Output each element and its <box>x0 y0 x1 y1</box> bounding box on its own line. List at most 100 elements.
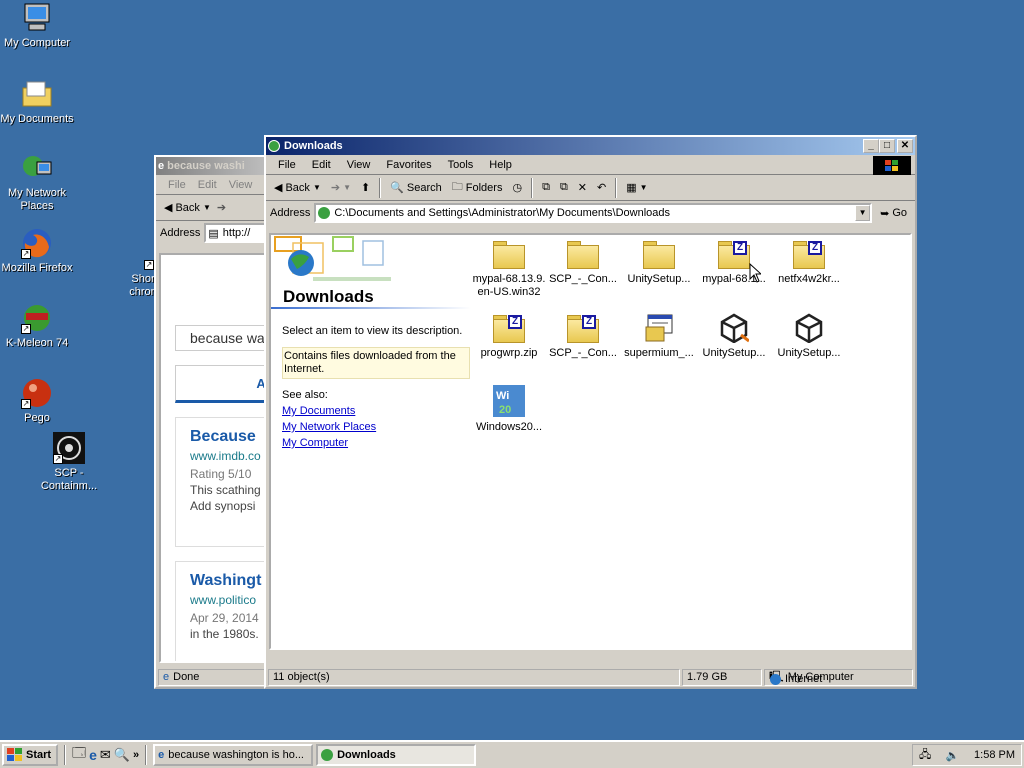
undo-button[interactable]: ↶ <box>593 177 610 199</box>
outlook-quicklaunch-icon[interactable]: ✉ <box>100 747 111 763</box>
file-item[interactable]: Wi 20 Windows20... <box>471 385 547 434</box>
result-snippet: Add synopsi <box>190 499 256 513</box>
menu-view[interactable]: View <box>223 179 259 191</box>
file-item[interactable]: UnitySetup... <box>771 311 847 360</box>
result-title[interactable]: Because <box>190 428 269 446</box>
views-button[interactable]: ▦ ▼ <box>622 177 651 199</box>
file-name: SCP_-_Con... <box>549 347 617 359</box>
start-button[interactable]: Start <box>2 744 58 766</box>
menu-file[interactable]: File <box>160 179 192 191</box>
close-button[interactable]: ✕ <box>897 139 913 153</box>
result-url: www.politico <box>190 593 257 607</box>
folder-globe-icon <box>318 207 331 219</box>
taskbar-item-downloads[interactable]: Downloads <box>316 744 477 766</box>
downloads-titlebar[interactable]: Downloads _ □ ✕ <box>266 137 915 155</box>
shortcut-arrow-icon: ↗ <box>53 454 63 464</box>
desktop-icon-my-documents[interactable]: My Documents <box>0 78 74 126</box>
file-item[interactable]: UnitySetup... <box>621 237 697 286</box>
desktop-icon-network-places[interactable]: My Network Places <box>0 152 74 213</box>
menu-favorites[interactable]: Favorites <box>378 159 439 171</box>
firefox-icon: ↗ <box>21 227 53 259</box>
go-button[interactable]: ➥ Go <box>876 202 911 224</box>
forward-arrow-icon[interactable]: ➔ <box>217 201 226 214</box>
documents-folder-icon <box>21 78 53 110</box>
desktop-icon-k-meleon[interactable]: ↗ K-Meleon 74 <box>0 302 74 350</box>
browser-titlebar[interactable]: e because washi <box>156 157 270 175</box>
show-desktop-icon[interactable]: 🗔 <box>72 744 86 766</box>
desktop-icon-label: My Computer <box>3 37 71 49</box>
back-button[interactable]: ◀ Back ▼ <box>160 197 215 219</box>
desktop-icon-my-computer[interactable]: My Computer <box>0 2 74 50</box>
search-result[interactable]: Washingt www.politico Apr 29, 2014 in th… <box>175 561 269 661</box>
browser-zone-panel: Internet <box>766 671 916 687</box>
desktop-icon-scp[interactable]: ↗ SCP - Containm... <box>32 432 106 493</box>
file-name: progwrp.zip <box>480 347 538 359</box>
address-dropdown-button[interactable]: ▼ <box>855 205 871 221</box>
search-result[interactable]: Because www.imdb.co Rating 5/10 This sca… <box>175 417 269 547</box>
zip-folder-icon: Z <box>718 241 750 269</box>
browser-status: e Done <box>158 668 268 686</box>
file-item[interactable]: SCP_-_Con... <box>545 237 621 286</box>
browser-toolbar: ◀ Back ▼ ➔ <box>156 195 270 221</box>
ie-icon: e <box>158 749 165 761</box>
window-title: Downloads <box>284 140 343 152</box>
pane-hint: Select an item to view its description. <box>282 325 463 337</box>
menu-tools[interactable]: Tools <box>440 159 482 171</box>
media-quicklaunch-icon[interactable]: 🔍 <box>114 747 130 763</box>
file-item[interactable]: supermium_... <box>621 311 697 360</box>
search-button[interactable]: 🔍 Search <box>386 177 446 199</box>
ie-icon: e <box>158 160 165 172</box>
desktop-icon-label: SCP - Containm... <box>40 467 98 492</box>
object-count: 11 object(s) <box>268 668 680 686</box>
browser-address-input[interactable]: ▤ http:// <box>204 223 266 243</box>
downloads-window[interactable]: Downloads _ □ ✕ File Edit View Favorites… <box>264 135 917 689</box>
result-title[interactable]: Washingt <box>190 572 269 590</box>
see-also-section: See also: My Documents My Network Places… <box>282 389 462 449</box>
chevron-down-icon: ▼ <box>639 183 648 192</box>
ie-quicklaunch-icon[interactable]: e <box>89 747 97 763</box>
folders-button[interactable]: 🗀 Folders <box>448 177 507 199</box>
total-size: 1.79 GB <box>682 668 762 686</box>
menu-view[interactable]: View <box>339 159 379 171</box>
move-to-button[interactable]: ⧉ <box>538 177 554 199</box>
menu-edit[interactable]: Edit <box>192 179 223 191</box>
file-item[interactable]: UnitySetup... <box>696 311 772 360</box>
quicklaunch-more-icon[interactable]: » <box>133 749 139 761</box>
delete-button[interactable]: ✕ <box>574 177 591 199</box>
copy-to-button[interactable]: ⧉ <box>556 177 572 199</box>
menu-file[interactable]: File <box>270 159 304 171</box>
volume-tray-icon[interactable]: 🔈 <box>946 749 960 762</box>
file-name: supermium_... <box>624 347 694 359</box>
file-name: SCP_-_Con... <box>549 273 617 285</box>
desktop-icon-pego[interactable]: ↗ Pego <box>0 377 74 425</box>
desktop-icon-label: Mozilla Firefox <box>1 262 73 274</box>
browser-statusbar: e Done <box>156 667 270 687</box>
browser-window[interactable]: e because washi File Edit View ◀ Back ▼ … <box>154 155 272 689</box>
search-box[interactable]: because wa <box>175 325 269 351</box>
desktop-icon-firefox[interactable]: ↗ Mozilla Firefox <box>0 227 74 275</box>
address-input[interactable]: C:\Documents and Settings\Administrator\… <box>314 203 873 223</box>
clock[interactable]: 1:58 PM <box>974 749 1015 761</box>
menu-help[interactable]: Help <box>481 159 520 171</box>
history-button[interactable]: ◷ <box>508 177 526 199</box>
file-item[interactable]: mypal-68.13.9.en-US.win32 <box>471 237 547 299</box>
internet-globe-icon <box>770 673 781 685</box>
forward-button[interactable]: ➔ ▼ <box>327 177 355 199</box>
link-my-computer[interactable]: My Computer <box>282 437 462 449</box>
file-item[interactable]: Z SCP_-_Con... <box>545 311 621 360</box>
network-tray-icon[interactable]: 🖧 <box>919 746 931 765</box>
file-item[interactable]: Z netfx4w2kr... <box>771 237 847 286</box>
link-my-documents[interactable]: My Documents <box>282 405 462 417</box>
shortcut-arrow-icon: ↗ <box>21 399 31 409</box>
file-item[interactable]: Z progwrp.zip <box>471 311 547 360</box>
up-folder-button[interactable]: ⬆ <box>357 177 374 199</box>
taskbar-item-browser[interactable]: e because washington is ho... <box>153 744 314 766</box>
forward-arrow-icon: ➔ <box>330 182 341 194</box>
maximize-button[interactable]: □ <box>879 139 895 153</box>
result-snippet: in the 1980s. <box>190 627 259 641</box>
menu-edit[interactable]: Edit <box>304 159 339 171</box>
minimize-button[interactable]: _ <box>863 139 879 153</box>
back-button[interactable]: ◀ Back ▼ <box>270 177 325 199</box>
tab-all[interactable]: AL <box>175 365 269 403</box>
link-my-network-places[interactable]: My Network Places <box>282 421 462 433</box>
